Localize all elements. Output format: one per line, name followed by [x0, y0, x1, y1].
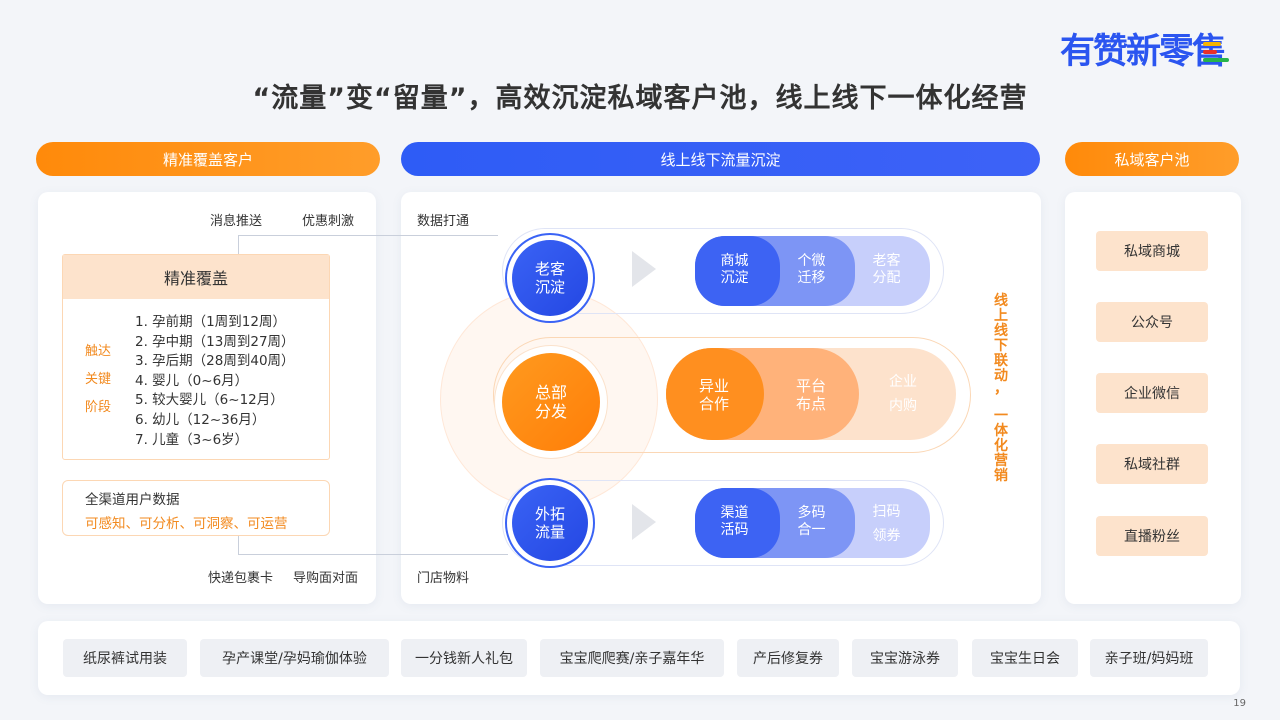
label-discount: 优惠刺激	[302, 214, 355, 229]
channel-data-box: 全渠道用户数据 可感知、可分析、可洞察、可运营	[62, 480, 330, 536]
pool-item-live-fans: 直播粉丝	[1096, 516, 1208, 556]
activity-item: 亲子班/妈妈班	[1090, 639, 1208, 677]
cover-box-title: 精准覆盖	[63, 255, 329, 299]
play-arrow-icon	[632, 504, 656, 540]
list-item: 6. 幼儿（12~36月）	[135, 411, 266, 428]
logo-bars-icon	[1203, 40, 1230, 66]
label-message-push: 消息推送	[210, 214, 263, 229]
data-box-title: 全渠道用户数据	[85, 492, 180, 508]
pool-item-wecom: 企业微信	[1096, 373, 1208, 413]
seg-label: 渠道 活码	[720, 505, 749, 538]
logo-text: 有赞新零售	[1060, 32, 1227, 72]
seg-label: 异业 合作	[698, 377, 729, 413]
connector-bottom	[238, 535, 508, 555]
activity-item: 宝宝游泳券	[852, 639, 958, 677]
tag-key: 关键	[85, 372, 112, 387]
activity-item: 宝宝爬爬赛/亲子嘉年华	[540, 639, 724, 677]
tag-stage: 阶段	[85, 400, 112, 415]
circle-old-customer: 老客 沉淀	[512, 240, 588, 316]
label-data-link: 数据打通	[417, 214, 470, 229]
circle-outreach: 外拓 流量	[512, 485, 588, 561]
activity-item: 宝宝生日会	[972, 639, 1078, 677]
circle-headquarters: 总部 分发	[502, 353, 600, 451]
stage-list: 1. 孕前期（1周到12周） 2. 孕中期（13周到27周） 3. 孕后期（28…	[135, 313, 295, 450]
activity-item: 一分钱新人礼包	[401, 639, 527, 677]
list-item: 4. 婴儿（0~6月）	[135, 372, 249, 389]
vertical-slogan: 线上线下联动，一体化营销	[994, 293, 1008, 484]
seg-label: 平台 布点	[795, 377, 826, 413]
header-right: 私域客户池	[1065, 142, 1239, 176]
data-box-subtitle: 可感知、可分析、可洞察、可运营	[85, 516, 288, 532]
pool-item-mall: 私域商城	[1096, 231, 1208, 271]
list-item: 1. 孕前期（1周到12周）	[135, 314, 286, 330]
precise-cover-box: 精准覆盖 触达 关键 阶段 1. 孕前期（1周到12周） 2. 孕中期（13周到…	[62, 254, 330, 460]
page-number: 19	[1233, 698, 1246, 709]
brand-logo: 有赞新零售	[1060, 30, 1230, 74]
label-store-material: 门店物料	[417, 571, 470, 586]
seg-label: 多码 合一	[797, 505, 826, 538]
tag-reach: 触达	[85, 344, 112, 359]
seg-label: 个微 迁移	[797, 253, 826, 286]
activity-item: 孕产课堂/孕妈瑜伽体验	[200, 639, 389, 677]
seg-label: 商城 沉淀	[720, 253, 749, 286]
label-parcel-card: 快递包裹卡	[208, 571, 274, 586]
activity-item: 纸尿裤试用装	[63, 639, 187, 677]
label-guide-face: 导购面对面	[293, 571, 359, 586]
seg-label: 企业 内购	[889, 374, 917, 414]
page-title: “流量”变“留量”，高效沉淀私域客户池，线上线下一体化经营	[252, 83, 1028, 114]
play-arrow-icon	[632, 251, 656, 287]
activity-item: 产后修复券	[737, 639, 839, 677]
seg-label: 老客 分配	[872, 253, 901, 286]
pool-item-community: 私域社群	[1096, 444, 1208, 484]
list-item: 7. 儿童（3~6岁）	[135, 431, 249, 448]
connector-top	[238, 235, 498, 255]
pool-item-official-account: 公众号	[1096, 302, 1208, 342]
header-middle: 线上线下流量沉淀	[401, 142, 1040, 176]
list-item: 2. 孕中期（13周到27周）	[135, 333, 295, 350]
seg-label: 扫码 领券	[872, 504, 901, 544]
list-item: 3. 孕后期（28周到40周）	[135, 353, 295, 370]
list-item: 5. 较大婴儿（6~12月）	[135, 392, 284, 409]
header-left: 精准覆盖客户	[36, 142, 380, 176]
